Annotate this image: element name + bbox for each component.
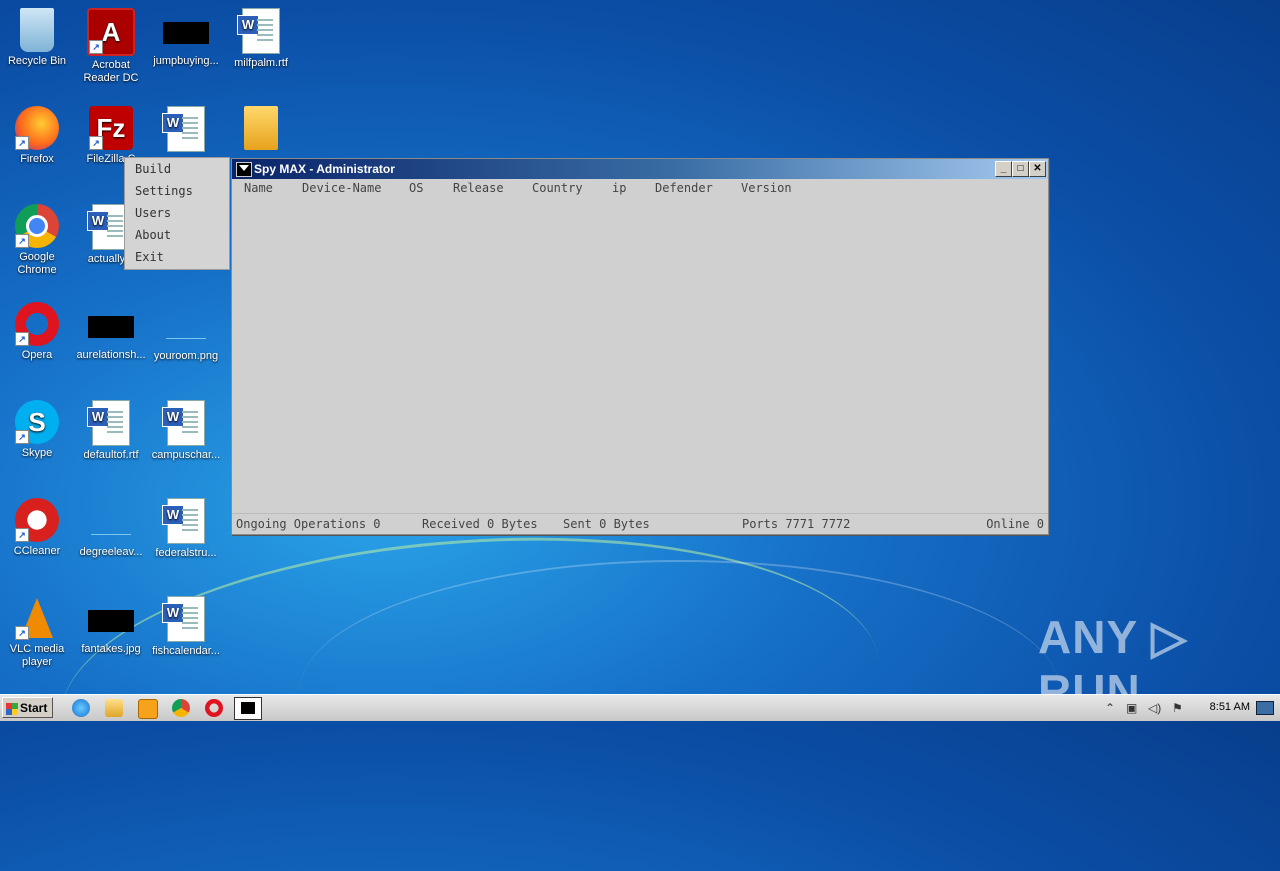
- opera-icon: ↗: [15, 302, 59, 346]
- menu-item-about[interactable]: About: [125, 224, 229, 246]
- desktop-icon-document[interactable]: W: [149, 106, 223, 155]
- spymax-taskbar-button[interactable]: [234, 697, 262, 720]
- menu-item-settings[interactable]: Settings: [125, 180, 229, 202]
- firefox-icon: ↗: [15, 106, 59, 150]
- desktop-icon-folder[interactable]: [224, 106, 298, 153]
- spymax-taskbar-icon: [241, 702, 255, 714]
- column-header-name[interactable]: Name: [244, 181, 273, 195]
- column-header-os[interactable]: OS: [409, 181, 423, 195]
- system-tray: ⌃ ▣ ◁) ⚑ 8:51 AM: [1100, 695, 1280, 721]
- chrome-icon: ↗: [15, 204, 59, 248]
- word-document-icon: W: [87, 400, 130, 446]
- desktop-icon-fishcalendar[interactable]: W fishcalendar...: [149, 596, 223, 658]
- word-document-icon: W: [162, 498, 205, 544]
- desktop-icon-degreeleav[interactable]: degreeleav...: [74, 498, 148, 559]
- desktop-icon-defaultof[interactable]: W defaultof.rtf: [74, 400, 148, 462]
- desktop-icon-chrome[interactable]: ↗ Google Chrome: [0, 204, 74, 277]
- window-titlebar[interactable]: Spy MAX - Administrator _ □ ✕: [232, 159, 1048, 179]
- window-title: Spy MAX - Administrator: [254, 162, 395, 176]
- menu-item-build[interactable]: Build: [125, 158, 229, 180]
- show-desktop-icon[interactable]: [1256, 701, 1274, 715]
- wallpaper-swoosh: [300, 560, 1060, 822]
- redacted-thumbnail-icon: [163, 22, 209, 44]
- vlc-cone-icon: ↗: [15, 596, 59, 640]
- spymax-window[interactable]: Spy MAX - Administrator _ □ ✕ Name Devic…: [231, 158, 1049, 535]
- desktop-icon-vlc[interactable]: ↗ VLC media player: [0, 596, 74, 669]
- desktop-icon-milfpalm[interactable]: W milfpalm.rtf: [224, 8, 298, 70]
- desktop-icon-skype[interactable]: S ↗ Skype: [0, 400, 74, 460]
- opera-taskbar-icon[interactable]: [205, 699, 223, 717]
- column-header-device-name[interactable]: Device-Name: [302, 181, 381, 195]
- skype-icon: S ↗: [15, 400, 59, 444]
- redacted-thumbnail-icon: [88, 316, 134, 338]
- status-ports: Ports 7771 7772: [742, 517, 851, 531]
- volume-icon[interactable]: ◁): [1148, 701, 1161, 715]
- desktop-icon-firefox[interactable]: ↗ Firefox: [0, 106, 74, 166]
- start-button[interactable]: Start: [2, 697, 53, 718]
- acrobat-icon: A ↗: [87, 8, 135, 56]
- desktop-icon-opera[interactable]: ↗ Opera: [0, 302, 74, 362]
- network-icon[interactable]: ▣: [1126, 701, 1137, 715]
- show-hidden-icons-icon[interactable]: ⌃: [1105, 701, 1115, 715]
- desktop-icon-youroom[interactable]: youroom.png: [149, 302, 223, 363]
- word-document-icon: W: [162, 400, 205, 446]
- file-explorer-icon[interactable]: [105, 699, 123, 717]
- word-document-icon: W: [162, 596, 205, 642]
- desktop-icon-campuschar[interactable]: W campuschar...: [149, 400, 223, 462]
- status-received: Received 0 Bytes: [422, 517, 538, 531]
- folder-icon: [244, 106, 278, 150]
- internet-explorer-icon[interactable]: [72, 699, 90, 717]
- column-header-version[interactable]: Version: [741, 181, 792, 195]
- status-bar: Ongoing Operations 0 Received 0 Bytes Se…: [232, 513, 1048, 534]
- ccleaner-icon: ↗: [15, 498, 59, 542]
- chrome-taskbar-icon[interactable]: [172, 699, 190, 717]
- recycle-bin-icon: [20, 8, 54, 52]
- media-player-icon[interactable]: [138, 699, 158, 719]
- word-document-icon: W: [237, 8, 280, 54]
- close-button[interactable]: ✕: [1029, 161, 1046, 177]
- status-ongoing-operations: Ongoing Operations 0: [236, 517, 381, 531]
- action-center-flag-icon[interactable]: ⚑: [1172, 701, 1183, 715]
- column-header-release[interactable]: Release: [453, 181, 504, 195]
- menu-item-users[interactable]: Users: [125, 202, 229, 224]
- image-file-icon: [91, 512, 131, 535]
- app-icon[interactable]: [236, 162, 252, 177]
- context-menu: Build Settings Users About Exit: [124, 157, 230, 270]
- column-header-country[interactable]: Country: [532, 181, 583, 195]
- redacted-thumbnail-icon: [88, 610, 134, 632]
- desktop-icon-ccleaner[interactable]: ↗ CCleaner: [0, 498, 74, 558]
- desktop-icon-acrobat[interactable]: A ↗ Acrobat Reader DC: [74, 8, 148, 85]
- maximize-button[interactable]: □: [1012, 161, 1029, 177]
- filezilla-icon: Fz ↗: [89, 106, 133, 150]
- word-document-icon: W: [162, 106, 205, 152]
- status-sent: Sent 0 Bytes: [563, 517, 650, 531]
- desktop-icon-aurelationsh[interactable]: aurelationsh...: [74, 302, 148, 362]
- column-header-ip[interactable]: ip: [612, 181, 626, 195]
- desktop-icon-jumpbuying[interactable]: jumpbuying...: [149, 8, 223, 68]
- taskbar-clock[interactable]: 8:51 AM: [1210, 701, 1250, 713]
- column-header-defender[interactable]: Defender: [655, 181, 713, 195]
- desktop-icon-recycle-bin[interactable]: Recycle Bin: [0, 8, 74, 68]
- taskbar: Start ⌃ ▣ ◁) ⚑ 8:51 AM: [0, 694, 1280, 721]
- desktop-icon-fantakes[interactable]: fantakes.jpg: [74, 596, 148, 656]
- status-online: Online 0: [986, 517, 1044, 531]
- desktop-icon-federalstru[interactable]: W federalstru...: [149, 498, 223, 560]
- device-table-header: Name Device-Name OS Release Country ip D…: [232, 180, 1048, 198]
- menu-item-exit[interactable]: Exit: [125, 246, 229, 268]
- minimize-button[interactable]: _: [995, 161, 1012, 177]
- start-label: Start: [20, 701, 48, 715]
- windows-flag-icon: [6, 702, 18, 715]
- image-file-icon: [166, 316, 206, 339]
